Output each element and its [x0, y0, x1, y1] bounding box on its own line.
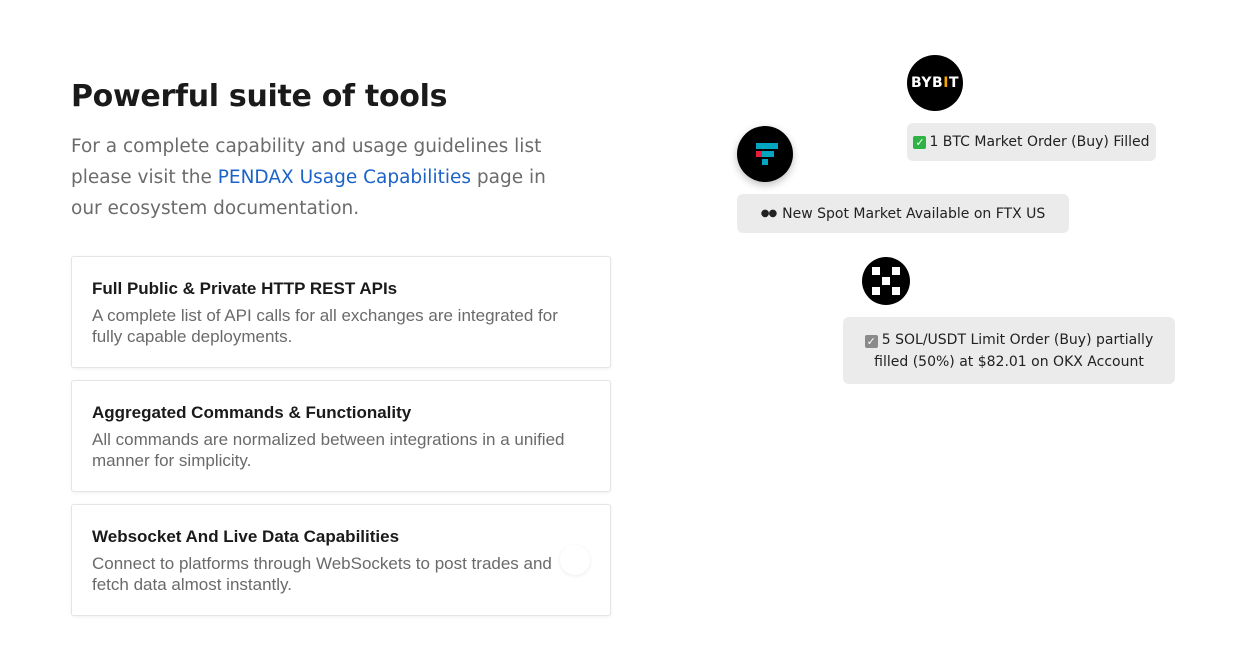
feature-card-title: Full Public & Private HTTP REST APIs — [92, 279, 398, 298]
check-box-gray-icon: ✓ — [864, 334, 878, 348]
section-description: For a complete capability and usage guid… — [71, 131, 551, 224]
intro-section: Powerful suite of tools For a complete c… — [71, 75, 611, 224]
ftx-logo-icon — [737, 126, 793, 182]
eyes-emoji-icon: ●● — [760, 207, 777, 219]
bybit-notification: ✓ 1 BTC Market Order (Buy) Filled — [907, 123, 1156, 161]
feature-card-text: Connect to platforms through WebSockets … — [92, 554, 552, 594]
okx-logo-icon — [862, 257, 910, 305]
feature-card-websocket[interactable]: Websocket And Live Data Capabilities Con… — [71, 504, 611, 616]
loading-indicator — [560, 545, 590, 575]
okx-notification-line-1: ✓ 5 SOL/USDT Limit Order (Buy) partially — [864, 329, 1154, 351]
feature-card-aggregated-commands[interactable]: Aggregated Commands & Functionality All … — [71, 380, 611, 492]
ftx-logo-graphic — [756, 143, 778, 165]
bybit-logo-text: BYB — [911, 75, 944, 91]
okx-logo-graphic — [872, 267, 900, 295]
check-mark-green-icon: ✓ — [913, 135, 927, 149]
feature-cards: Full Public & Private HTTP REST APIs A c… — [71, 256, 611, 628]
feature-card-text: All commands are normalized between inte… — [92, 430, 565, 470]
feature-card-rest-apis[interactable]: Full Public & Private HTTP REST APIs A c… — [71, 256, 611, 368]
okx-notification-line-2: filled (50%) at $82.01 on OKX Account — [874, 353, 1144, 370]
pendax-capabilities-link[interactable]: PENDAX Usage Capabilities — [218, 167, 471, 188]
feature-card-title: Websocket And Live Data Capabilities — [92, 527, 400, 546]
okx-notification: ✓ 5 SOL/USDT Limit Order (Buy) partially … — [843, 317, 1175, 384]
okx-notification-text-1: 5 SOL/USDT Limit Order (Buy) partially — [881, 331, 1154, 348]
feature-card-text: A complete list of API calls for all exc… — [92, 306, 558, 346]
bybit-logo: BYBIT — [907, 55, 963, 111]
ftx-notification-text: New Spot Market Available on FTX US — [782, 205, 1046, 222]
bybit-logo-text-end: T — [948, 75, 959, 91]
feature-card-title: Aggregated Commands & Functionality — [92, 403, 412, 422]
ftx-notification: ●● New Spot Market Available on FTX US — [737, 194, 1069, 233]
section-title: Powerful suite of tools — [71, 79, 448, 114]
bybit-notification-text: 1 BTC Market Order (Buy) Filled — [929, 134, 1150, 150]
page: Powerful suite of tools For a complete c… — [0, 0, 1244, 655]
